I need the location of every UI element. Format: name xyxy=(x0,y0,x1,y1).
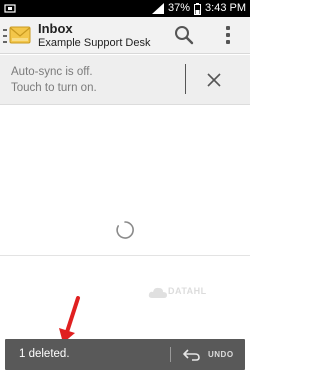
snackbar-divider xyxy=(170,347,171,362)
undo-snackbar: 1 deleted. UNDO xyxy=(5,339,245,370)
cloud-icon xyxy=(148,287,167,298)
undo-button[interactable]: UNDO xyxy=(177,341,243,368)
overflow-dot xyxy=(226,26,230,30)
clock: 3:43 PM xyxy=(205,2,246,14)
email-app-icon[interactable] xyxy=(9,23,31,47)
overflow-dot xyxy=(226,40,230,44)
battery-icon xyxy=(194,2,202,15)
watermark-logo: DATAHL xyxy=(148,283,218,301)
overflow-menu-button[interactable] xyxy=(222,23,234,47)
auto-sync-line-2: Touch to turn on. xyxy=(11,82,97,94)
usb-icon xyxy=(4,4,16,13)
snackbar-message: 1 deleted. xyxy=(19,348,70,360)
loading-spinner-icon xyxy=(116,221,134,239)
message-list[interactable] xyxy=(0,105,250,345)
battery-percent: 37% xyxy=(168,2,191,14)
auto-sync-message[interactable]: Auto-sync is off. Touch to turn on. xyxy=(11,64,181,96)
auto-sync-line-1: Auto-sync is off. xyxy=(11,66,93,78)
auto-sync-banner[interactable]: Auto-sync is off. Touch to turn on. xyxy=(0,55,250,105)
red-arrow-annotation xyxy=(59,296,80,343)
drawer-handle-icon[interactable] xyxy=(3,28,7,44)
undo-arrow-icon xyxy=(183,349,200,361)
overflow-dot xyxy=(226,33,230,37)
close-icon[interactable] xyxy=(203,69,225,91)
watermark-text: DATAHL xyxy=(168,286,207,296)
action-bar: Inbox Example Support Desk xyxy=(0,17,250,54)
signal-icon xyxy=(152,3,164,14)
status-bar: 37% 3:43 PM xyxy=(0,0,250,17)
undo-label: UNDO xyxy=(208,350,234,359)
account-name: Example Support Desk xyxy=(38,37,151,49)
list-divider xyxy=(0,255,250,256)
banner-divider xyxy=(185,64,186,94)
search-icon[interactable] xyxy=(172,23,196,47)
mailbox-title: Inbox xyxy=(38,21,73,36)
